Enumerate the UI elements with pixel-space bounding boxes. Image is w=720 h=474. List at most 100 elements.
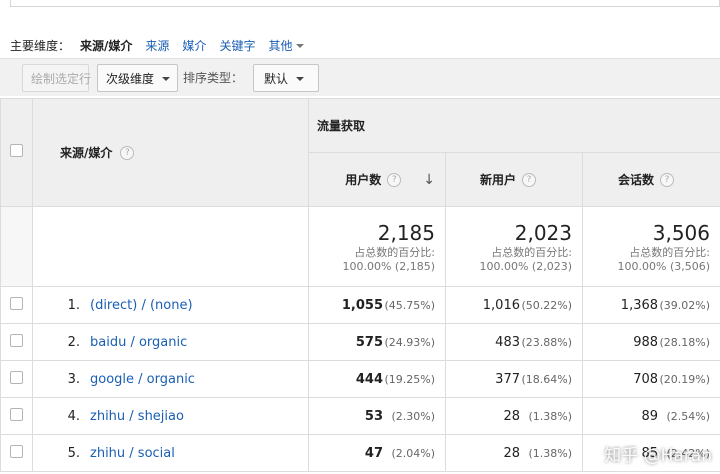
sessions-cell: 89 (2.54%) [581, 397, 720, 435]
sort-type-dropdown[interactable]: 默认 [253, 64, 319, 92]
secondary-dimension-dropdown[interactable]: 次级维度 [97, 64, 178, 92]
help-icon[interactable]: ? [660, 172, 675, 187]
new-users-value: 28 [503, 408, 520, 424]
totals-empty-cell [0, 206, 33, 287]
row-checkbox[interactable] [10, 407, 23, 421]
sessions-percent: (39.02%) [659, 298, 711, 312]
total-sessions-value: 3,506 [652, 220, 711, 245]
new-users-value: 483 [495, 334, 520, 350]
total-sessions-cell: 3,506 占总数的百分比: 100.00% (3,506) [581, 206, 720, 287]
row-checkbox[interactable] [10, 370, 23, 384]
users-percent: (19.25%) [384, 372, 435, 386]
users-header-label: 用户数 [345, 173, 382, 187]
source-link[interactable]: zhihu / shejiao [90, 409, 184, 424]
row-number: 2. [67, 334, 80, 350]
users-cell: 53 (2.30%) [308, 397, 446, 435]
users-value: 53 [364, 408, 383, 424]
primary-dimension-bar: 主要维度： 来源/媒介 来源 媒介 关键字 其他 [10, 36, 305, 54]
dimension-source-medium-active: 来源/媒介 [80, 38, 133, 53]
row-checkbox[interactable] [10, 333, 23, 347]
total-users-caption: 占总数的百分比: [354, 245, 435, 259]
row-select-cell [0, 360, 33, 398]
total-users-cell: 2,185 占总数的百分比: 100.00% (2,185) [308, 206, 446, 287]
acquisition-group-header: 流量获取 [307, 98, 720, 153]
select-all-checkbox[interactable] [10, 144, 23, 157]
dimension-column-header[interactable]: 来源/媒介 ? [32, 98, 309, 207]
users-percent: (45.75%) [384, 298, 435, 312]
row-number: 1. [67, 297, 80, 313]
sessions-value: 1,368 [620, 297, 659, 313]
help-icon[interactable]: ? [120, 145, 135, 160]
new-users-value: 28 [503, 445, 520, 461]
sessions-cell: 1,368(39.02%) [581, 286, 720, 324]
dimension-other-dropdown[interactable]: 其他 [268, 37, 305, 54]
row-checkbox[interactable] [10, 444, 23, 458]
watermark: 知乎 @Haran [604, 446, 712, 466]
new-users-percent: (1.38%) [528, 409, 572, 423]
users-value: 444 [355, 371, 383, 387]
new-users-cell: 28 (1.38%) [445, 434, 583, 472]
table-row: 2. baidu / organic 575(24.93%) 483(23.88%… [0, 323, 720, 361]
sessions-cell: 988(28.18%) [581, 323, 720, 361]
sessions-value: 89 [641, 408, 659, 424]
source-link[interactable]: google / organic [90, 372, 195, 387]
new-users-percent: (1.38%) [528, 446, 572, 460]
total-new-users-caption: 占总数的百分比: [491, 245, 572, 259]
users-percent: (24.93%) [384, 335, 435, 349]
plot-rows-button[interactable]: 绘制选定行 [22, 64, 91, 92]
users-cell: 575(24.93%) [308, 323, 446, 361]
help-icon[interactable]: ? [522, 172, 536, 187]
table-row: 3. google / organic 444(19.25%) 377(18.64… [0, 360, 720, 398]
source-cell: 4. zhihu / shejiao [32, 397, 309, 435]
sort-type-value: 默认 [264, 71, 289, 86]
dimension-link-medium[interactable]: 媒介 [182, 37, 206, 54]
column-header-new-users[interactable]: 新用户 ? [445, 152, 583, 207]
users-cell: 1,055(45.75%) [308, 286, 446, 324]
new-users-cell: 1,016(50.22%) [445, 286, 583, 324]
source-link[interactable]: zhihu / social [90, 446, 175, 461]
top-card-edge [10, 0, 720, 7]
new-users-cell: 28 (1.38%) [445, 397, 583, 435]
row-select-cell [0, 434, 33, 472]
table-toolbar: 绘制选定行 次级维度 排序类型： 默认 [0, 58, 720, 96]
chevron-down-icon [296, 44, 305, 48]
row-number: 5. [67, 445, 80, 461]
new-users-cell: 483(23.88%) [445, 323, 583, 361]
users-cell: 47 (2.04%) [308, 434, 446, 472]
new-users-value: 1,016 [482, 297, 520, 313]
source-cell: 5. zhihu / social [32, 434, 309, 472]
users-percent: (2.30%) [391, 409, 435, 423]
sessions-cell: 708(20.19%) [581, 360, 720, 398]
dimension-link-source[interactable]: 来源 [145, 37, 169, 54]
help-icon[interactable]: ? [387, 172, 402, 187]
select-all-cell [0, 98, 33, 207]
new-users-cell: 377(18.64%) [445, 360, 583, 398]
users-percent: (2.04%) [391, 446, 435, 460]
new-users-header-label: 新用户 [479, 173, 516, 187]
source-link[interactable]: (direct) / (none) [90, 298, 193, 313]
sessions-value: 988 [633, 334, 659, 350]
total-sessions-caption: 占总数的百分比: [629, 245, 711, 259]
source-link[interactable]: baidu / organic [90, 335, 187, 350]
new-users-percent: (50.22%) [521, 298, 572, 312]
sort-type-label: 排序类型： [183, 71, 244, 85]
total-new-users-cell: 2,023 占总数的百分比: 100.00% (2,023) [445, 206, 583, 287]
dimension-header-label: 来源/媒介 [60, 146, 113, 160]
column-header-users[interactable]: 用户数 ? ↓ [308, 152, 446, 207]
totals-row: 2,185 占总数的百分比: 100.00% (2,185) 2,023 占总数… [0, 206, 720, 287]
row-checkbox[interactable] [10, 296, 23, 310]
primary-dimension-label: 主要维度： [10, 38, 71, 53]
dimension-other-label: 其他 [268, 38, 293, 53]
chevron-down-icon [296, 77, 305, 81]
totals-label-cell [32, 206, 309, 287]
users-cell: 444(19.25%) [308, 360, 446, 398]
table-row: 1. (direct) / (none) 1,055(45.75%) 1,016(… [0, 286, 720, 324]
table-row: 4. zhihu / shejiao 53 (2.30%) 28 (1.38%) 89… [0, 397, 720, 435]
row-select-cell [0, 286, 33, 324]
new-users-value: 377 [495, 371, 520, 387]
dimension-link-keyword[interactable]: 关键字 [219, 37, 255, 54]
users-value: 1,055 [341, 297, 383, 313]
sessions-percent: (2.54%) [666, 409, 711, 423]
sort-descending-icon[interactable]: ↓ [423, 172, 435, 188]
column-header-sessions[interactable]: 会话数 ? [581, 152, 720, 207]
